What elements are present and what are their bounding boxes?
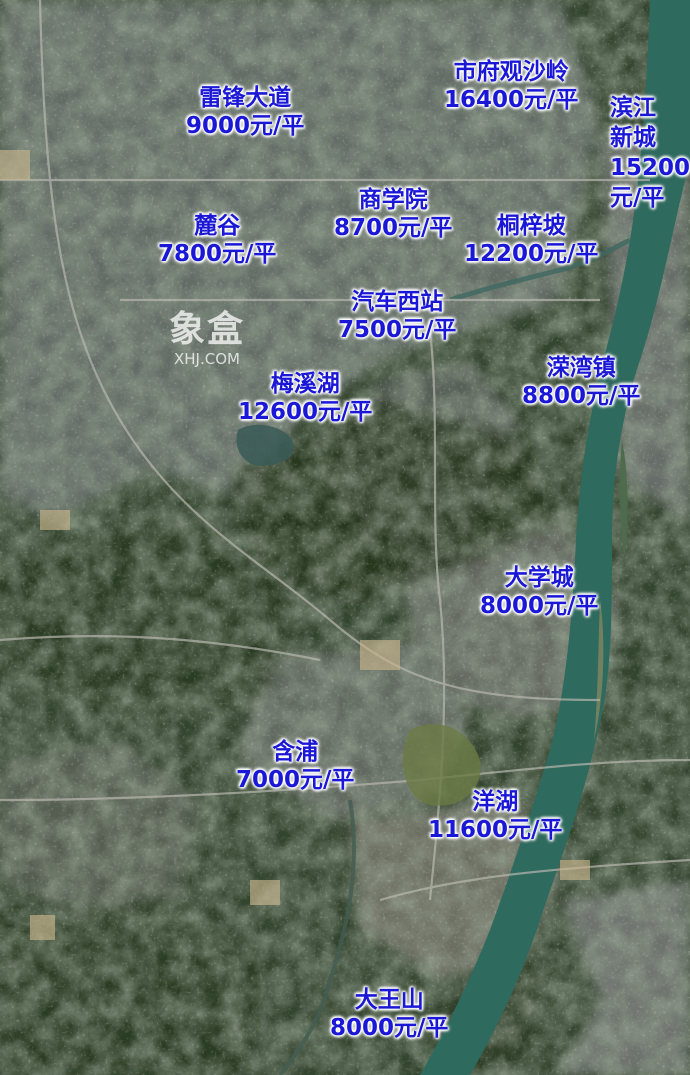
label-price: 9000元/平 [186, 113, 305, 140]
watermark-brand-cn: 象盒 [168, 309, 245, 350]
label-lanwanzhen[interactable]: 溁湾镇 8800元/平 [522, 354, 640, 410]
label-name: 市府观沙岭 [453, 59, 569, 85]
label-shifu-guanshaling[interactable]: 市府观沙岭 16400元/平 [444, 58, 578, 114]
label-leifeng-avenue[interactable]: 雷锋大道 9000元/平 [186, 84, 304, 140]
label-meixihu[interactable]: 梅溪湖 12600元/平 [238, 370, 372, 426]
label-name: 洋湖 [472, 789, 519, 815]
label-price: 8800元/平 [522, 383, 641, 410]
label-price: 7000元/平 [236, 767, 355, 794]
label-lugu[interactable]: 麓谷 7800元/平 [158, 212, 276, 268]
label-name: 商学院 [358, 187, 428, 213]
label-daxuecheng[interactable]: 大学城 8000元/平 [480, 564, 598, 620]
label-shangxueyuan[interactable]: 商学院 8700元/平 [334, 186, 452, 242]
label-name: 大王山 [354, 987, 424, 1013]
label-price: 16400元/平 [444, 87, 579, 114]
label-name: 汽车西站 [351, 289, 444, 315]
label-name: 雷锋大道 [199, 85, 292, 111]
label-name: 梅溪湖 [270, 371, 340, 397]
label-price: 12200元/平 [464, 241, 599, 268]
label-name: 桐梓坡 [496, 213, 566, 239]
label-name-line-2: 新城 [610, 124, 656, 151]
label-price: 11600元/平 [428, 817, 563, 844]
label-price-line-2: 元/平 [610, 184, 665, 211]
label-price: 8700元/平 [334, 215, 453, 242]
label-yanghu[interactable]: 洋湖 11600元/平 [428, 788, 562, 844]
label-price: 12600元/平 [238, 399, 373, 426]
label-hanpu[interactable]: 含浦 7000元/平 [236, 738, 354, 794]
satellite-map[interactable]: 象盒 XHJ.COM 雷锋大道 9000元/平 市府观沙岭 16400元/平 滨… [0, 0, 690, 1075]
label-name: 溁湾镇 [546, 355, 616, 381]
terrain-layer [0, 0, 690, 1075]
label-name: 含浦 [272, 739, 319, 765]
label-name: 麓谷 [194, 213, 241, 239]
label-name: 大学城 [504, 565, 574, 591]
label-price: 7800元/平 [158, 241, 277, 268]
label-price: 8000元/平 [330, 1015, 449, 1042]
label-price: 8000元/平 [480, 593, 599, 620]
label-name-line-1: 滨江 [610, 95, 656, 121]
label-qiche-xizhan[interactable]: 汽车西站 7500元/平 [338, 288, 456, 344]
label-tongzipo[interactable]: 桐梓坡 12200元/平 [464, 212, 598, 268]
label-price-line-1: 15200 [610, 154, 690, 181]
label-binjiang-new-city[interactable]: 滨江 新城 15200 元/平 [610, 94, 690, 214]
label-dawangshan[interactable]: 大王山 8000元/平 [330, 986, 448, 1042]
watermark-brand-en: XHJ.COM [174, 350, 240, 368]
label-price: 7500元/平 [338, 317, 457, 344]
xhj-watermark: 象盒 XHJ.COM [152, 300, 262, 368]
